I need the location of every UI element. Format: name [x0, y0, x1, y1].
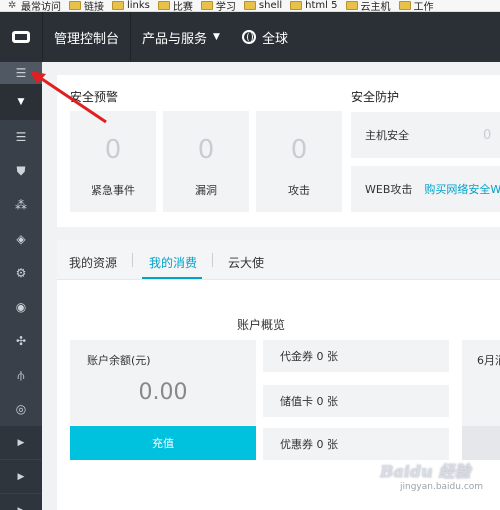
monthly-consumption-card: 6月消: [462, 340, 500, 460]
web-attack-row: WEB攻击 购买网络安全WA: [351, 166, 500, 212]
bookmark-folder[interactable]: 链接: [69, 0, 104, 11]
watermark-site: jingyan.baidu.com: [400, 482, 484, 492]
alert-card-urgent[interactable]: 0 紧急事件: [70, 111, 156, 212]
sidebar-expand-row[interactable]: ▶: [0, 460, 42, 494]
security-protection-title: 安全防护: [351, 90, 400, 104]
region-selector[interactable]: 全球: [231, 12, 299, 62]
caret-down-icon: ▼: [17, 97, 25, 107]
alert-count: 0: [104, 135, 122, 165]
month-card-footer: [462, 426, 500, 460]
products-menu[interactable]: 产品与服务 ▼: [131, 12, 231, 62]
web-attack-label: WEB攻击: [365, 183, 413, 196]
bookmark-folder[interactable]: 云主机: [345, 0, 391, 11]
top-nav: 管理控制台 产品与服务 ▼ 全球: [0, 12, 500, 62]
globe-icon: [241, 30, 256, 44]
active-tab-indicator: [142, 277, 202, 279]
caret-right-icon: ▶: [18, 506, 25, 510]
bookmark-folder[interactable]: links: [112, 0, 150, 11]
sidebar: ☰ ▼ ☰ ⛊ ⁂ ◈ ⚙ ◉ ✣ ⫛ ◎ ▶ ▶ ▶: [0, 62, 42, 510]
host-security-value: 0: [483, 127, 492, 143]
tab-my-consumption[interactable]: 我的消费: [149, 254, 197, 271]
bookmark-folder[interactable]: shell: [243, 0, 282, 11]
month-label: 6月消: [477, 354, 500, 367]
menu-icon[interactable]: ☰: [0, 62, 42, 84]
security-alerts-title: 安全预警: [70, 90, 119, 104]
caret-right-icon: ▶: [17, 437, 25, 448]
tab-bar: [57, 240, 500, 280]
baidu-jingyan-watermark: Baidu 经验 jingyan.baidu.com: [380, 458, 498, 508]
layers-icon[interactable]: ◈: [0, 222, 42, 256]
caret-down-icon: ▼: [213, 32, 220, 42]
sidebar-expand-row[interactable]: ▶: [0, 494, 42, 510]
tab-divider: [212, 253, 213, 267]
shield-icon[interactable]: ⛊: [0, 154, 42, 188]
console-link[interactable]: 管理控制台: [42, 12, 132, 62]
chip-icon[interactable]: ⚙: [0, 256, 42, 290]
buy-waf-link[interactable]: 购买网络安全WA: [424, 181, 500, 197]
bookmark-most-visited[interactable]: ✲ 最常访问: [8, 0, 61, 11]
target-icon[interactable]: ◎: [0, 392, 42, 426]
account-overview-title: 账户概览: [237, 318, 286, 332]
bookmarks-bar: ✲ 最常访问 链接 links 比赛 学习 shell html 5 云主机 工作: [0, 0, 500, 12]
folder-icon: [157, 1, 170, 10]
satellite-icon[interactable]: ✣: [0, 324, 42, 358]
caret-right-icon: ▶: [17, 471, 25, 482]
chart-icon[interactable]: ⫛: [0, 358, 42, 392]
logo-icon: [12, 31, 30, 43]
host-security-label: 主机安全: [365, 129, 409, 142]
watermark-brand: Baidu 经验: [380, 462, 471, 481]
alert-count: 0: [290, 135, 308, 165]
eye-icon[interactable]: ◉: [0, 290, 42, 324]
alert-card-attack[interactable]: 0 攻击: [256, 111, 342, 212]
voucher-row[interactable]: 代金券 0 张: [263, 340, 449, 372]
balance-card: 账户余额(元) 0.00: [70, 340, 256, 425]
alert-card-vulnerability[interactable]: 0 漏洞: [163, 111, 249, 212]
alert-label: 紧急事件: [91, 184, 135, 197]
bookmark-folder[interactable]: html 5: [290, 0, 338, 11]
balance-label: 账户余额(元): [87, 354, 151, 367]
bookmark-folder[interactable]: 比赛: [157, 0, 193, 11]
alert-label: 漏洞: [195, 184, 217, 197]
folder-icon: [290, 1, 303, 10]
sidebar-expand-row[interactable]: ▶: [0, 426, 42, 460]
bookmark-folder[interactable]: 学习: [200, 0, 236, 11]
balance-amount: 0.00: [138, 380, 188, 405]
bookmark-folder[interactable]: 工作: [398, 0, 434, 11]
home-logo[interactable]: [0, 12, 42, 62]
recharge-button[interactable]: 充值: [70, 426, 256, 460]
coupon-row[interactable]: 优惠券 0 张: [263, 428, 449, 460]
server-icon[interactable]: ☰: [0, 120, 42, 154]
gear-icon: ✲: [8, 0, 17, 11]
tab-divider: [132, 253, 133, 267]
host-security-row[interactable]: 主机安全 0: [351, 112, 500, 158]
alert-label: 攻击: [288, 184, 310, 197]
folder-icon: [398, 1, 411, 10]
folder-icon: [112, 1, 124, 10]
folder-icon: [345, 1, 358, 10]
stored-value-card-row[interactable]: 储值卡 0 张: [263, 385, 449, 417]
folder-icon: [200, 1, 213, 10]
network-icon[interactable]: ⁂: [0, 188, 42, 222]
folder-icon: [243, 1, 256, 10]
sidebar-dropdown[interactable]: ▼: [0, 84, 42, 120]
tab-my-resources[interactable]: 我的资源: [69, 254, 117, 271]
tab-cloud-ambassador[interactable]: 云大使: [228, 254, 264, 271]
alert-count: 0: [197, 135, 215, 165]
folder-icon: [69, 1, 81, 10]
